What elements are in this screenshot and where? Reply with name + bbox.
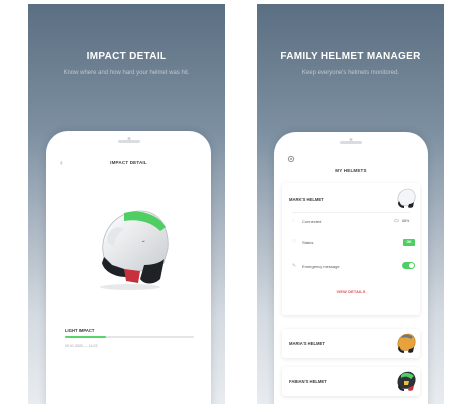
impact-severity-label: LIGHT IMPACT xyxy=(65,328,95,333)
impact-detail-panel: IMPACT DETAIL Know where and how hard yo… xyxy=(28,4,225,404)
helmet-name: MARK'S HELMET xyxy=(289,197,324,202)
green-helmet-icon xyxy=(397,371,416,391)
family-helmet-panel: FAMILY HELMET MANAGER Keep everyone's he… xyxy=(257,4,444,404)
helmet-list-item[interactable]: MARIA'S HELMET xyxy=(282,329,420,358)
view-details-link[interactable]: VIEW DETAILS xyxy=(282,290,420,294)
helmet-name: FABIAN'S HELMET xyxy=(289,379,327,384)
connected-label: Connected xyxy=(302,219,322,224)
panel-title: FAMILY HELMET MANAGER xyxy=(280,51,421,62)
helmet-illustration: ~ xyxy=(100,210,169,290)
emergency-toggle[interactable] xyxy=(402,262,415,269)
gear-icon[interactable] xyxy=(287,155,295,163)
orange-helmet-icon xyxy=(397,333,416,353)
toggle-knob xyxy=(409,263,414,268)
impact-meter xyxy=(65,336,194,338)
panel-subtitle: Know where and how hard your helmet was … xyxy=(63,70,190,76)
phone-mockup: MY HELMETS MARK'S HELMET ◌ Connected ▭ 8… xyxy=(274,132,428,404)
battery-icon: ▭ xyxy=(394,218,399,224)
status-badge: OK xyxy=(403,239,415,246)
impact-meter-fill xyxy=(65,336,107,338)
helmet-image: ~ xyxy=(84,199,176,291)
connected-icon: ◌ xyxy=(292,218,295,224)
divider xyxy=(292,212,410,213)
impact-timestamp: 09.01.2020 — 14:22 xyxy=(65,344,98,348)
emergency-label: Emergency message xyxy=(302,264,340,269)
white-helmet-icon xyxy=(397,188,416,208)
phone-mockup: ‹ IMPACT DETAIL ~ LIGHT IMPACT 09.01.202… xyxy=(46,131,211,404)
screen-title: MY HELMETS xyxy=(335,168,367,173)
status-icon: ♡ xyxy=(292,239,297,245)
primary-helmet-card[interactable]: MARK'S HELMET ◌ Connected ▭ 88% ♡ Status… xyxy=(282,183,420,315)
panel-subtitle: Keep everyone's helmets monitored. xyxy=(301,70,400,76)
battery-level: 88% xyxy=(402,219,410,223)
screen-title: IMPACT DETAIL xyxy=(110,160,147,165)
emergency-icon: ✎ xyxy=(292,263,297,269)
status-label: Status xyxy=(302,240,314,245)
speaker-notch xyxy=(117,140,140,143)
speaker-notch xyxy=(340,141,362,144)
helmet-list-item[interactable]: FABIAN'S HELMET xyxy=(282,367,420,396)
panel-title: IMPACT DETAIL xyxy=(86,51,167,62)
helmet-name: MARIA'S HELMET xyxy=(289,341,325,346)
